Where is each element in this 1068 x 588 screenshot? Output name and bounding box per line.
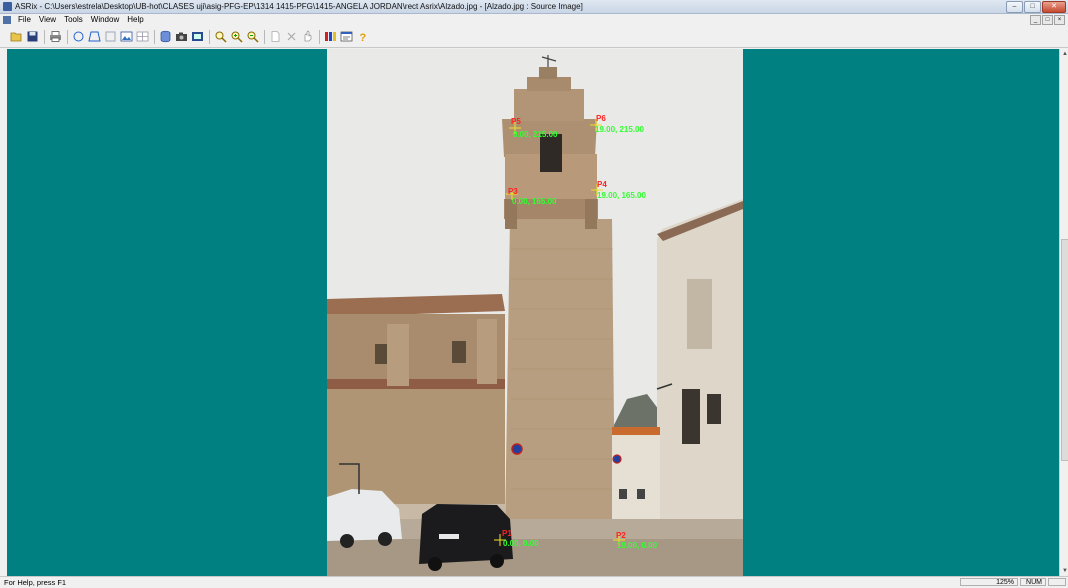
vertical-scrollbar[interactable]: ▲ ▼ [1059,49,1068,576]
scroll-thumb[interactable] [1061,239,1068,461]
window-title: ASRix - C:\Users\estrela\Desktop\UB-hot\… [15,2,583,11]
camera-icon[interactable] [175,30,188,43]
minimize-button[interactable]: – [1006,1,1023,13]
point-id-label: P1 [502,529,512,538]
print-icon[interactable] [49,30,62,43]
document-icon[interactable] [3,15,11,24]
toolbar: ? [0,26,1068,48]
menu-help[interactable]: Help [123,15,147,24]
database-icon[interactable] [159,30,172,43]
scroll-up-icon[interactable]: ▲ [1062,51,1068,57]
app-icon[interactable] [3,2,12,11]
image-icon[interactable] [120,30,133,43]
svg-text:?: ? [360,32,367,43]
child-close-button[interactable]: × [1054,15,1065,25]
help-icon[interactable]: ? [356,30,369,43]
grid-icon[interactable] [136,30,149,43]
color-bars-icon[interactable] [324,30,337,43]
menu-bar: File View Tools Window Help _ □ × [0,14,1068,25]
hand-icon[interactable] [301,30,314,43]
close-button[interactable]: ✕ [1042,1,1066,13]
image-workspace[interactable]: P5 0.00, 215.00 P6 19.00, 215.00 P3 0.00… [7,49,1059,576]
scroll-down-icon[interactable]: ▼ [1062,568,1068,574]
point-coords-label: 0.00, 215.00 [513,130,558,139]
point-id-label: P6 [596,114,606,123]
point-coords-label: 0.00, 165.00 [512,197,557,206]
point-coords-label: 19.00, 0.00 [617,541,658,550]
child-restore-button[interactable]: □ [1042,15,1053,25]
zoom-indicator: 125% [960,578,1018,586]
circle-tool-icon[interactable] [72,30,85,43]
menu-window[interactable]: Window [87,15,123,24]
new-icon[interactable] [269,30,282,43]
delete-icon[interactable] [285,30,298,43]
zoom-out-icon[interactable] [246,30,259,43]
source-image[interactable]: P5 0.00, 215.00 P6 19.00, 215.00 P3 0.00… [327,49,743,576]
title-bar[interactable]: ASRix - C:\Users\estrela\Desktop\UB-hot\… [0,0,1068,14]
status-help-text: For Help, press F1 [4,578,67,587]
maximize-button[interactable]: □ [1024,1,1041,13]
point-coords-label: 0.00, 0.00 [503,539,539,548]
point-coords-label: 19.00, 165.00 [597,191,646,200]
status-bar: For Help, press F1 125% NUM [0,576,1068,588]
zoom-in-icon[interactable] [230,30,243,43]
point-id-label: P4 [597,180,607,189]
menu-view[interactable]: View [35,15,60,24]
menu-file[interactable]: File [14,15,35,24]
status-pane-empty [1048,578,1066,586]
photo-icon[interactable] [191,30,204,43]
point-coords-label: 19.00, 215.00 [595,125,644,134]
properties-icon[interactable] [340,30,353,43]
save-icon[interactable] [26,30,39,43]
num-lock-indicator: NUM [1020,578,1046,586]
rectangle-tool-icon[interactable] [104,30,117,43]
polygon-tool-icon[interactable] [88,30,101,43]
zoom-fit-icon[interactable] [214,30,227,43]
menu-tools[interactable]: Tools [60,15,87,24]
point-id-label: P3 [508,187,518,196]
point-id-label: P5 [511,117,521,126]
child-minimize-button[interactable]: _ [1030,15,1041,25]
source-image-canvas[interactable]: P5 0.00, 215.00 P6 19.00, 215.00 P3 0.00… [327,49,743,576]
point-id-label: P2 [616,531,626,540]
open-icon[interactable] [10,30,23,43]
